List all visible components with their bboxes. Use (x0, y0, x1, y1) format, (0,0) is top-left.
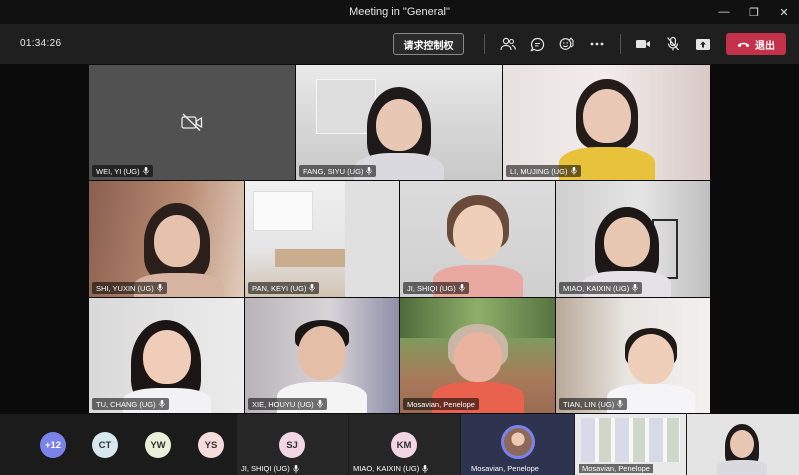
avatar: SJ (279, 432, 305, 458)
reactions-icon[interactable] (556, 33, 578, 55)
toolbar-divider (484, 34, 485, 54)
participant-name-tag: PAN, KEYI (UG) (248, 282, 320, 294)
mic-icon (570, 167, 577, 175)
participant-strip: +12 CT YW YS SJ JI, SHIQI (UG) KM MIAO, … (0, 414, 799, 475)
mic-icon (309, 284, 316, 292)
meeting-timer: 01:34:26 (20, 38, 62, 49)
mic-muted-icon[interactable] (662, 33, 684, 55)
window-title: Meeting in "General" (349, 6, 450, 18)
mic-icon (157, 284, 163, 292)
strip-participant-tile[interactable]: Mosavian, Penelope (461, 414, 574, 475)
participant-video (133, 181, 224, 297)
request-control-button[interactable]: 请求控制权 (393, 33, 464, 55)
self-view-tile[interactable] (687, 414, 799, 475)
mic-icon (632, 284, 639, 292)
window-controls: — ❐ ✕ (709, 0, 799, 24)
restore-icon[interactable]: ❐ (739, 0, 769, 24)
participant-name-tag: Mosavian, Penelope (579, 464, 653, 473)
phone-hangup-icon (737, 42, 750, 47)
participant-name-tag: Mosavian, Penelope (403, 398, 479, 410)
share-screen-icon[interactable] (692, 33, 714, 55)
participant-video (431, 298, 524, 413)
leave-label: 退出 (755, 40, 775, 52)
participant-video (558, 65, 655, 180)
mic-icon (293, 464, 299, 473)
participant-name-tag: SHI, YUXIN (UG) (92, 282, 167, 294)
video-tile[interactable]: TIAN, LIN (UG) (556, 298, 710, 413)
more-options-icon[interactable] (586, 33, 608, 55)
participant-name-tag: MIAO, KAIXIN (UG) (353, 464, 429, 473)
mic-icon (316, 400, 323, 408)
video-tile[interactable]: SHI, YUXIN (UG) (89, 181, 244, 297)
participant-name-tag: JI, SHIQI (UG) (403, 282, 469, 294)
video-tile[interactable]: MIAO, KAIXIN (UG) (556, 181, 710, 297)
strip-participant-tile[interactable]: SJ JI, SHIQI (UG) (237, 414, 348, 475)
video-grid: WEI, YI (UG) FANG, SIYU (UG) LI, MUJING … (0, 64, 799, 414)
mic-icon (422, 464, 429, 473)
participant-video (717, 422, 767, 475)
avatar[interactable]: YW (145, 432, 171, 458)
mic-icon (617, 400, 624, 408)
toolbar-divider (620, 34, 621, 54)
participant-video (354, 65, 444, 180)
video-tile[interactable]: Mosavian, Penelope (400, 298, 555, 413)
camera-icon[interactable] (632, 33, 654, 55)
camera-off-icon (180, 112, 204, 137)
title-bar: Meeting in "General" — ❐ ✕ (0, 0, 799, 24)
meeting-toolbar: 01:34:26 请求控制权 退出 (0, 24, 799, 64)
participants-icon[interactable] (497, 33, 519, 55)
leave-button[interactable]: 退出 (726, 33, 786, 55)
video-tile[interactable]: TU, CHANG (UG) (89, 298, 244, 413)
video-tile[interactable]: XIE, HOUYU (UG) (245, 298, 399, 413)
participant-video (121, 298, 213, 413)
participant-name-tag: Mosavian, Penelope (471, 464, 539, 473)
mic-icon (158, 400, 165, 408)
video-tile[interactable]: WEI, YI (UG) (89, 65, 295, 180)
participant-name-tag: JI, SHIQI (UG) (241, 464, 299, 473)
video-tile[interactable]: JI, SHIQI (UG) (400, 181, 555, 297)
mic-icon (142, 167, 149, 175)
participant-video (607, 298, 696, 413)
participant-name-tag: TIAN, LIN (UG) (559, 398, 628, 410)
strip-participant-tile[interactable]: KM MIAO, KAIXIN (UG) (349, 414, 460, 475)
participant-video (277, 298, 367, 413)
participant-name-tag: XIE, HOUYU (UG) (248, 398, 327, 410)
video-tile[interactable]: LI, MUJING (UG) (503, 65, 710, 180)
participant-name-tag: TU, CHANG (UG) (92, 398, 169, 410)
video-tile[interactable]: FANG, SIYU (UG) (296, 65, 502, 180)
minimize-icon[interactable]: — (709, 0, 739, 24)
mic-icon (459, 284, 465, 292)
mic-icon (366, 167, 373, 175)
avatar (501, 425, 535, 459)
close-icon[interactable]: ✕ (769, 0, 799, 24)
avatar[interactable]: YS (198, 432, 224, 458)
participant-name-tag: FANG, SIYU (UG) (299, 165, 377, 177)
strip-participant-tile[interactable]: Mosavian, Penelope (575, 414, 686, 475)
more-participants-badge[interactable]: +12 (40, 432, 66, 458)
participant-name-tag: LI, MUJING (UG) (506, 165, 581, 177)
avatar[interactable]: CT (92, 432, 118, 458)
shared-content-thumbnail (581, 418, 680, 462)
participant-name-tag: WEI, YI (UG) (92, 165, 153, 177)
avatar: KM (391, 432, 417, 458)
video-tile[interactable]: PAN, KEYI (UG) (245, 181, 399, 297)
participant-video (582, 181, 671, 297)
participant-video (432, 181, 523, 297)
chat-icon[interactable] (526, 33, 548, 55)
participant-name-tag: MIAO, KAIXIN (UG) (559, 282, 643, 294)
